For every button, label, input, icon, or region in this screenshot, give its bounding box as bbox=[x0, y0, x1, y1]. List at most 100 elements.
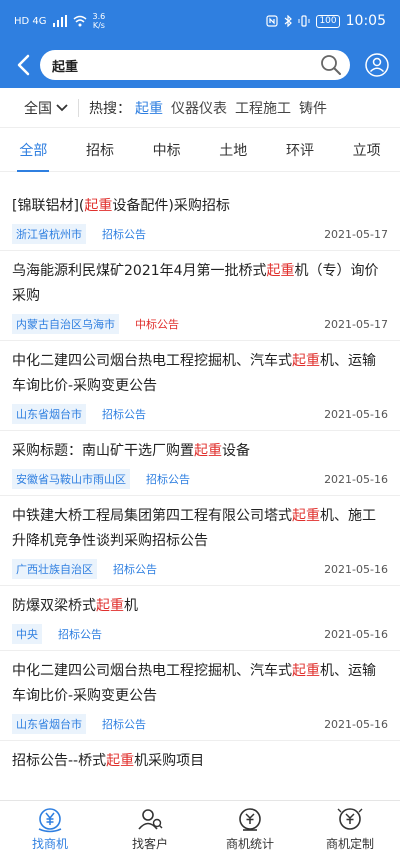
hot-search-label: 热搜： bbox=[89, 100, 131, 117]
nav-label: 商机定制 bbox=[325, 836, 374, 851]
user-icon bbox=[365, 53, 389, 77]
clock: 10:05 bbox=[345, 13, 386, 29]
item-date: 2021-05-16 bbox=[324, 717, 388, 731]
item-date: 2021-05-16 bbox=[324, 627, 388, 641]
item-meta: 山东省烟台市 招标公告 2021-05-16 bbox=[12, 714, 388, 734]
item-date: 2021-05-16 bbox=[324, 562, 388, 576]
hot-search-bar: 全国 热搜： 起重 仪器仪表 工程施工 铸件 bbox=[0, 88, 400, 128]
title-keyword: 起重 bbox=[84, 198, 113, 214]
app-bar bbox=[0, 42, 400, 88]
tab-land[interactable]: 土地 bbox=[213, 128, 253, 172]
title-keyword: 起重 bbox=[266, 263, 295, 279]
item-meta: 山东省烟台市 招标公告 2021-05-16 bbox=[12, 404, 388, 424]
signal-icon bbox=[52, 15, 67, 27]
nav-label: 商机统计 bbox=[225, 836, 274, 851]
yuan-coin-icon bbox=[38, 807, 62, 832]
network-label: HD 4G bbox=[14, 15, 47, 27]
title-text: 设备 bbox=[222, 443, 250, 459]
title-keyword: 起重 bbox=[292, 353, 320, 369]
nav-statistics[interactable]: 商机统计 bbox=[200, 801, 300, 857]
nav-label: 找客户 bbox=[131, 836, 168, 851]
hot-search-item[interactable]: 仪器仪表 bbox=[171, 98, 227, 118]
net-speed-value: 3.6 bbox=[92, 12, 106, 21]
location-tag: 山东省烟台市 bbox=[12, 404, 86, 424]
search-icon[interactable] bbox=[320, 54, 342, 76]
list-item[interactable]: 防爆双梁桥式起重机 中央 招标公告 2021-05-16 bbox=[0, 586, 400, 651]
item-title: 采购标题：南山矿干选厂购置起重设备 bbox=[12, 439, 388, 464]
user-button[interactable] bbox=[364, 52, 390, 78]
type-tag: 招标公告 bbox=[102, 228, 146, 241]
list-item[interactable]: 中化二建四公司烟台热电工程挖掘机、汽车式起重机、运输车询比价-采购变更公告 山东… bbox=[0, 341, 400, 431]
list-item[interactable]: 采购标题：南山矿干选厂购置起重设备 安徽省马鞍山市雨山区 招标公告 2021-0… bbox=[0, 431, 400, 496]
category-tabs: 全部 招标 中标 土地 环评 立项 bbox=[0, 128, 400, 172]
status-bar: HD 4G 3.6 K/s 100 10:05 bbox=[0, 0, 400, 42]
status-right: 100 10:05 bbox=[266, 13, 386, 29]
hot-search-item[interactable]: 铸件 bbox=[299, 98, 327, 118]
wifi-icon bbox=[73, 15, 86, 27]
vibrate-icon bbox=[298, 15, 310, 27]
item-title: 招标公告--桥式起重机采购项目 bbox=[12, 749, 388, 774]
item-title: 中铁建大桥工程局集团第四工程有限公司塔式起重机、施工升降机竞争性谈判采购招标公告 bbox=[12, 504, 388, 554]
location-tag: 浙江省杭州市 bbox=[12, 224, 86, 244]
tab-project[interactable]: 立项 bbox=[347, 128, 387, 172]
item-date: 2021-05-16 bbox=[324, 472, 388, 486]
type-tag: 招标公告 bbox=[102, 408, 146, 421]
title-keyword: 起重 bbox=[292, 508, 320, 524]
title-text: 设备配件)采购招标 bbox=[112, 198, 230, 214]
tab-eia[interactable]: 环评 bbox=[280, 128, 320, 172]
title-keyword: 起重 bbox=[96, 598, 124, 614]
nfc-icon bbox=[266, 15, 279, 27]
list-item[interactable]: [锦联铝材](起重设备配件)采购招标 浙江省杭州市 招标公告 2021-05-1… bbox=[0, 186, 400, 251]
tab-bidding[interactable]: 招标 bbox=[80, 128, 120, 172]
list-item[interactable]: 乌海能源利民煤矿2021年4月第一批桥式起重机（专）询价采购 内蒙古自治区乌海市… bbox=[0, 251, 400, 341]
net-speed-unit: K/s bbox=[92, 21, 105, 30]
type-tag: 招标公告 bbox=[102, 718, 146, 731]
item-meta: 浙江省杭州市 招标公告 2021-05-17 bbox=[12, 224, 388, 244]
hot-search-item[interactable]: 起重 bbox=[135, 98, 163, 118]
back-button[interactable] bbox=[10, 50, 36, 80]
item-title: 防爆双梁桥式起重机 bbox=[12, 594, 388, 619]
item-meta: 中央 招标公告 2021-05-16 bbox=[12, 624, 388, 644]
title-text: [锦联铝材]( bbox=[12, 198, 85, 214]
region-select[interactable]: 全国 bbox=[24, 98, 68, 118]
title-text: 采购标题：南山矿干选厂购置 bbox=[12, 443, 194, 459]
type-tag: 招标公告 bbox=[113, 563, 157, 576]
region-label: 全国 bbox=[24, 100, 52, 117]
search-box[interactable] bbox=[40, 50, 350, 80]
item-meta: 安徽省马鞍山市雨山区 招标公告 2021-05-16 bbox=[12, 469, 388, 489]
item-title: 乌海能源利民煤矿2021年4月第一批桥式起重机（专）询价采购 bbox=[12, 259, 388, 309]
item-date: 2021-05-17 bbox=[324, 227, 388, 241]
title-text: 机 bbox=[124, 598, 138, 614]
bottom-nav: 找商机 找客户 商机统计 商机定制 bbox=[0, 800, 400, 857]
title-text: 中铁建大桥工程局集团第四工程有限公司塔式 bbox=[12, 508, 292, 524]
chevron-down-icon bbox=[56, 103, 68, 111]
customize-icon bbox=[337, 807, 363, 830]
statistics-icon bbox=[239, 807, 261, 831]
battery-icon: 100 bbox=[316, 14, 340, 28]
title-text: 中化二建四公司烟台热电工程挖掘机、汽车式 bbox=[12, 353, 292, 369]
list-item[interactable]: 中化二建四公司烟台热电工程挖掘机、汽车式起重机、运输车询比价-采购变更公告 山东… bbox=[0, 651, 400, 741]
bluetooth-icon bbox=[285, 15, 293, 27]
item-title: 中化二建四公司烟台热电工程挖掘机、汽车式起重机、运输车询比价-采购变更公告 bbox=[12, 349, 388, 399]
tab-all[interactable]: 全部 bbox=[13, 128, 53, 172]
title-keyword: 起重 bbox=[292, 663, 320, 679]
list-item[interactable]: 招标公告--桥式起重机采购项目 bbox=[0, 741, 400, 774]
net-speed: 3.6 K/s bbox=[93, 12, 106, 30]
tab-winning-bid[interactable]: 中标 bbox=[147, 128, 187, 172]
type-tag: 招标公告 bbox=[146, 473, 190, 486]
location-tag: 中央 bbox=[12, 624, 42, 644]
nav-find-customer[interactable]: 找客户 bbox=[100, 801, 200, 857]
customer-icon bbox=[138, 808, 163, 830]
nav-customize[interactable]: 商机定制 bbox=[300, 801, 400, 857]
nav-find-opportunity[interactable]: 找商机 bbox=[0, 801, 100, 857]
chevron-left-icon bbox=[17, 54, 30, 76]
search-input[interactable] bbox=[52, 57, 320, 73]
title-keyword: 起重 bbox=[106, 753, 135, 769]
list-item[interactable]: 中铁建大桥工程局集团第四工程有限公司塔式起重机、施工升降机竞争性谈判采购招标公告… bbox=[0, 496, 400, 586]
item-title: [锦联铝材](起重设备配件)采购招标 bbox=[12, 194, 388, 219]
location-tag: 安徽省马鞍山市雨山区 bbox=[12, 469, 130, 489]
title-text: 中化二建四公司烟台热电工程挖掘机、汽车式 bbox=[12, 663, 292, 679]
nav-label: 找商机 bbox=[31, 836, 68, 851]
hot-search-item[interactable]: 工程施工 bbox=[235, 98, 291, 118]
location-tag: 山东省烟台市 bbox=[12, 714, 86, 734]
